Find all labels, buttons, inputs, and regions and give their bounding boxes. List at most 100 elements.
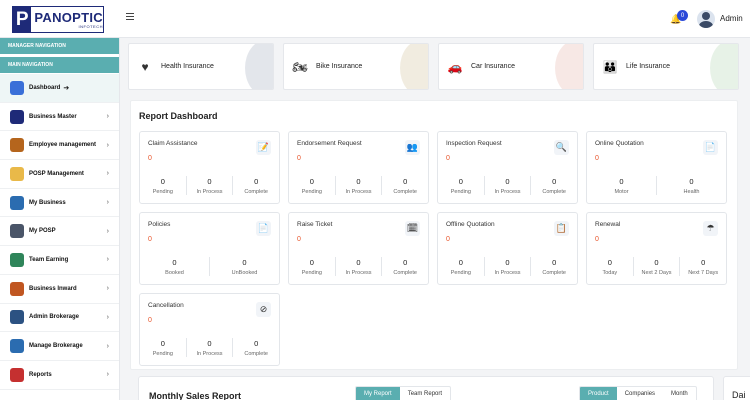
stat-value: 0: [160, 339, 165, 348]
stat-complete: 0 Complete: [381, 257, 428, 276]
stat-label: UnBooked: [231, 270, 258, 276]
sidebar-item-label: Employee management: [29, 142, 97, 149]
endorsement-icon: 👥: [405, 140, 420, 155]
tab-my-report[interactable]: My Report: [356, 387, 400, 400]
report-scope-toggle: My Report Team Report: [355, 386, 452, 400]
dashboard-icon: [10, 80, 24, 95]
insurance-card-health-insurance[interactable]: ♥ Health Insurance: [128, 43, 274, 90]
offline-quotation-icon: 📋: [554, 221, 569, 236]
sidebar-item-my-posp[interactable]: My POSP ›: [0, 217, 119, 247]
stat-value: 0: [654, 258, 659, 267]
stat-complete: 0 Complete: [530, 176, 577, 195]
stat-label: Motor: [614, 189, 629, 195]
stat-complete: 0 Complete: [232, 338, 279, 357]
car-icon: 🚗: [447, 59, 463, 74]
bike-icon: 🏍: [292, 59, 308, 74]
tab-team-report[interactable]: Team Report: [400, 387, 450, 400]
stat-label: In Process: [345, 189, 372, 195]
stat-label: Pending: [450, 270, 471, 276]
sidebar-item-team-earning[interactable]: Team Earning ›: [0, 246, 119, 275]
report-card-title: Inspection Request: [446, 140, 502, 147]
sidebar-item-business-inward[interactable]: Business Inward ›: [0, 275, 119, 304]
brand-logo[interactable]: P PANOPTIC INFOTECH: [12, 6, 104, 33]
sidebar-item-label: Business Master: [29, 113, 77, 120]
report-card-total: 0: [148, 236, 152, 243]
tab-companies[interactable]: Companies: [617, 387, 663, 400]
stat-pending: 0 Pending: [438, 176, 484, 195]
user-name[interactable]: Admin: [720, 14, 743, 23]
report-card-renewal[interactable]: Renewal 0 ☂ 0 Today 0 Next 2 Days 0 Next 7 Days: [586, 212, 727, 285]
sidebar-item-admin-brokerage[interactable]: Admin Brokerage ›: [0, 304, 119, 333]
sidebar-item-dashboard[interactable]: Dashboard ➔: [0, 74, 119, 103]
stat-value: 0: [160, 177, 165, 186]
stat-label: Next 2 Days: [641, 270, 672, 276]
stat-value: 0: [254, 339, 259, 348]
stat-pending: 0 Pending: [438, 257, 484, 276]
sidebar-item-my-business[interactable]: My Business ›: [0, 189, 119, 218]
report-card-cancellation[interactable]: Cancellation 0 ⊘ 0 Pending 0 In Process 0 Comple…: [139, 293, 280, 366]
notification-badge: 0: [677, 10, 688, 21]
menu-toggle-icon[interactable]: [126, 13, 134, 20]
stat-value: 0: [458, 258, 463, 267]
chevron-right-icon: ›: [106, 227, 109, 235]
insurance-card-bike-insurance[interactable]: 🏍 Bike Insurance: [283, 43, 429, 90]
sidebar-item-reports[interactable]: Reports ›: [0, 361, 119, 390]
stat-label: Complete: [244, 189, 268, 195]
sidebar-item-label: My Business: [29, 199, 66, 206]
stat-value: 0: [309, 258, 314, 267]
stat-label: In Process: [196, 351, 223, 357]
tab-product[interactable]: Product: [580, 387, 617, 400]
sidebar-item-label: Manage Brokerage: [29, 343, 83, 350]
stat-label: In Process: [494, 270, 521, 276]
stat-label: In Process: [345, 270, 372, 276]
insurance-card-life-insurance[interactable]: 👪 Life Insurance: [593, 43, 739, 90]
cancellation-icon: ⊘: [256, 302, 271, 317]
report-card-endorsement-request[interactable]: Endorsement Request 0 👥 0 Pending 0 In Process…: [288, 131, 429, 204]
report-card-stats: 0 Pending 0 In Process 0 Complete: [140, 338, 279, 357]
insurance-label: Health Insurance: [161, 63, 214, 70]
report-card-raise-ticket[interactable]: Raise Ticket 0 🗓 0 Pending 0 In Process 0 Comple…: [288, 212, 429, 285]
stat-value: 0: [356, 177, 361, 186]
card-decoration: [555, 44, 583, 89]
health-icon: ♥: [141, 59, 149, 74]
arrow-right-icon: ➔: [63, 84, 70, 92]
stat-pending: 0 Pending: [140, 338, 186, 357]
report-card-title: Claim Assistance: [148, 140, 198, 147]
sidebar-item-manage-brokerage[interactable]: Manage Brokerage ›: [0, 332, 119, 361]
stat-value: 0: [172, 258, 177, 267]
report-card-claim-assistance[interactable]: Claim Assistance 0 📝 0 Pending 0 In Process 0 Co…: [139, 131, 280, 204]
insurance-card-car-insurance[interactable]: 🚗 Car Insurance: [438, 43, 584, 90]
insurance-label: Car Insurance: [471, 63, 515, 70]
stat-label: Health: [683, 189, 700, 195]
admin-brokerage-icon: [10, 310, 24, 325]
sidebar-item-label: Reports: [29, 371, 52, 378]
report-card-stats: 0 Pending 0 In Process 0 Complete: [140, 176, 279, 195]
report-card-total: 0: [148, 155, 152, 162]
business-master-icon: [10, 109, 24, 124]
stat-value: 0: [207, 339, 212, 348]
sidebar-item-business-master[interactable]: Business Master ›: [0, 103, 119, 132]
stat-today: 0 Today: [587, 257, 633, 276]
report-card-inspection-request[interactable]: Inspection Request 0 🔍 0 Pending 0 In Process 0…: [437, 131, 578, 204]
nav-heading-manager: MANAGER NAVIGATION: [0, 38, 119, 55]
report-card-online-quotation[interactable]: Online Quotation 0 📄 0 Motor 0 Health: [586, 131, 727, 204]
stat-complete: 0 Complete: [530, 257, 577, 276]
report-card-total: 0: [595, 155, 599, 162]
logo-subtitle: INFOTECH: [78, 23, 103, 29]
business-inward-icon: [10, 281, 24, 296]
avatar[interactable]: [697, 10, 715, 28]
stat-in-process: 0 In Process: [185, 176, 233, 195]
tab-month[interactable]: Month: [663, 387, 696, 400]
stat-booked: 0 Booked: [140, 257, 209, 276]
report-card-policies[interactable]: Policies 0 📄 0 Booked 0 UnBooked: [139, 212, 280, 285]
card-decoration: [710, 44, 738, 89]
report-card-stats: 0 Today 0 Next 2 Days 0 Next 7 Days: [587, 257, 726, 276]
report-card-title: Raise Ticket: [297, 221, 333, 228]
report-card-offline-quotation[interactable]: Offline Quotation 0 📋 0 Pending 0 In Process 0 C…: [437, 212, 578, 285]
sidebar-item-posp-management[interactable]: POSP Management ›: [0, 160, 119, 189]
sidebar-item-employee-management[interactable]: Employee management ›: [0, 131, 119, 161]
report-card-stats: 0 Pending 0 In Process 0 Complete: [438, 176, 577, 195]
sidebar-item-label: Business Inward: [29, 285, 77, 292]
stat-in-process: 0 In Process: [483, 257, 531, 276]
report-card-total: 0: [297, 155, 301, 162]
